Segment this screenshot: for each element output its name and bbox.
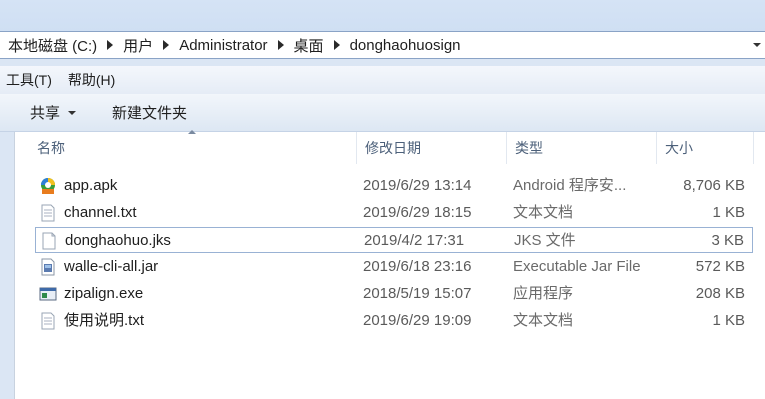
file-size: 208 KB [695,285,745,302]
file-row[interactable]: 使用说明.txt 2019/6/29 19:09 文本文档 1 KB [35,308,753,334]
file-name: donghaohuo.jks [65,232,171,249]
breadcrumb-separator-icon[interactable] [163,40,170,50]
address-dropdown-icon[interactable] [751,39,763,51]
share-button[interactable]: 共享 [30,102,77,123]
file-name: zipalign.exe [64,285,144,302]
file-row[interactable]: app.apk 2019/6/29 13:14 Android 程序安... 8… [35,173,753,199]
file-date: 2019/6/18 23:16 [363,258,472,275]
file-date: 2018/5/19 15:07 [363,285,472,302]
file-date: 2019/4/2 17:31 [364,232,465,249]
column-header-row: 名称 修改日期 类型 大小 [15,130,765,164]
file-type: Android 程序安... [513,177,627,194]
file-type: 应用程序 [513,285,574,302]
breadcrumb-separator-icon[interactable] [277,40,284,50]
breadcrumb-administrator[interactable]: Administrator [179,37,267,54]
menu-help[interactable]: 帮助(H) [68,70,115,90]
column-header-date[interactable]: 修改日期 [357,132,507,164]
breadcrumb-separator-icon[interactable] [333,40,340,50]
breadcrumb-users[interactable]: 用户 [123,35,153,56]
file-name: channel.txt [64,204,137,221]
file-date: 2019/6/29 13:14 [363,177,472,194]
column-header-size[interactable]: 大小 [657,132,754,164]
breadcrumb-desktop[interactable]: 桌面 [294,35,324,56]
file-size: 1 KB [712,204,745,221]
menu-bar: 工具(T) 帮助(H) [0,66,765,94]
menu-tools[interactable]: 工具(T) [6,70,52,90]
file-type: JKS 文件 [514,232,576,249]
exe-file-icon [39,285,57,303]
text-file-icon [39,204,57,222]
column-header-name[interactable]: 名称 [29,132,357,164]
file-type: Executable Jar File [513,258,641,275]
address-bar[interactable]: 本地磁盘 (C:) 用户 Administrator 桌面 donghaohuo… [0,31,765,59]
file-row[interactable]: zipalign.exe 2018/5/19 15:07 应用程序 208 KB [35,281,753,307]
navigation-pane-edge [0,132,14,399]
file-type: 文本文档 [513,204,574,221]
file-size: 3 KB [711,232,744,249]
file-name: 使用说明.txt [64,312,145,329]
file-list: 名称 修改日期 类型 大小 app.apk 2019/6/29 13:14 An… [14,130,765,399]
window-title-strip [0,0,765,31]
command-bar: 共享 新建文件夹 [0,94,765,132]
file-name: walle-cli-all.jar [64,258,159,275]
jar-file-icon [39,258,57,276]
share-button-label: 共享 [30,105,61,122]
blank-file-icon [40,232,58,250]
file-date: 2019/6/29 18:15 [363,204,472,221]
file-row[interactable]: donghaohuo.jks 2019/4/2 17:31 JKS 文件 3 K… [35,227,753,253]
new-folder-button[interactable]: 新建文件夹 [112,102,187,123]
file-size: 8,706 KB [683,177,745,194]
breadcrumb-separator-icon[interactable] [107,40,114,50]
file-size: 1 KB [712,312,745,329]
breadcrumb-current-folder[interactable]: donghaohuosign [350,37,461,54]
file-row[interactable]: walle-cli-all.jar 2019/6/18 23:16 Execut… [35,254,753,280]
file-row[interactable]: channel.txt 2019/6/29 18:15 文本文档 1 KB [35,200,753,226]
file-name: app.apk [64,177,118,194]
chevron-down-icon [68,110,77,115]
text-file-icon [39,312,57,330]
file-type: 文本文档 [513,312,574,329]
breadcrumb-local-disk[interactable]: 本地磁盘 (C:) [8,35,97,56]
file-size: 572 KB [695,258,745,275]
apk-icon [39,177,57,195]
file-date: 2019/6/29 19:09 [363,312,472,329]
column-header-type[interactable]: 类型 [507,132,657,164]
